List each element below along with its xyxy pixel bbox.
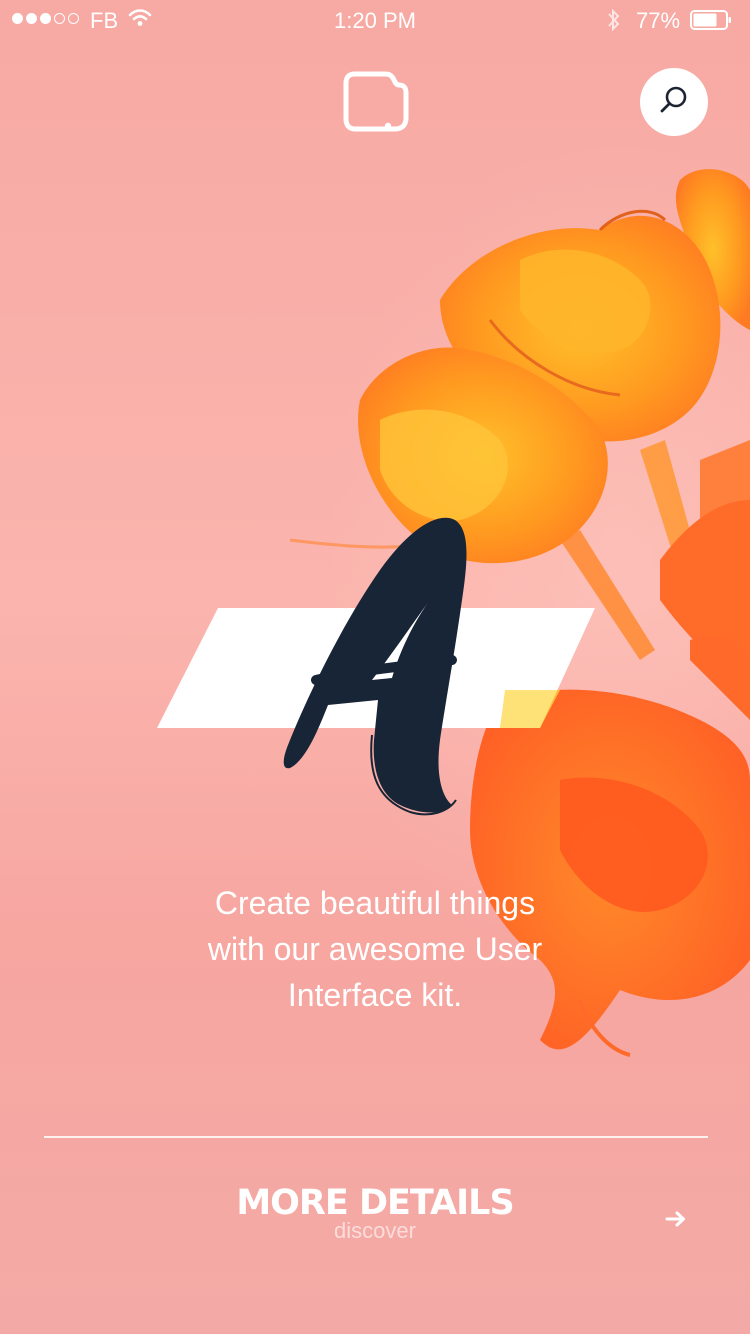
divider xyxy=(44,1136,708,1138)
battery-icon xyxy=(690,10,732,30)
hero-letter-a xyxy=(283,517,467,816)
document-logo-icon[interactable] xyxy=(343,70,409,132)
arrow-right-icon[interactable] xyxy=(664,1207,688,1231)
more-details-button[interactable]: MORE DETAILS discover xyxy=(175,1180,575,1242)
status-bar: FB 1:20 PM 77% xyxy=(0,0,750,40)
tagline-line: Interface kit. xyxy=(287,977,463,1013)
screen: FB 1:20 PM 77% Create beautiful things w… xyxy=(0,0,750,1334)
battery-percent: 77% xyxy=(636,8,681,33)
tagline: Create beautiful things with our awesome… xyxy=(165,880,585,1018)
tagline-line: with our awesome User xyxy=(207,931,543,967)
more-details-subtitle: discover xyxy=(334,1218,416,1243)
search-icon xyxy=(659,85,689,120)
tagline-line: Create beautiful things xyxy=(214,885,536,921)
bluetooth-icon xyxy=(606,7,622,39)
search-button[interactable] xyxy=(640,68,708,136)
